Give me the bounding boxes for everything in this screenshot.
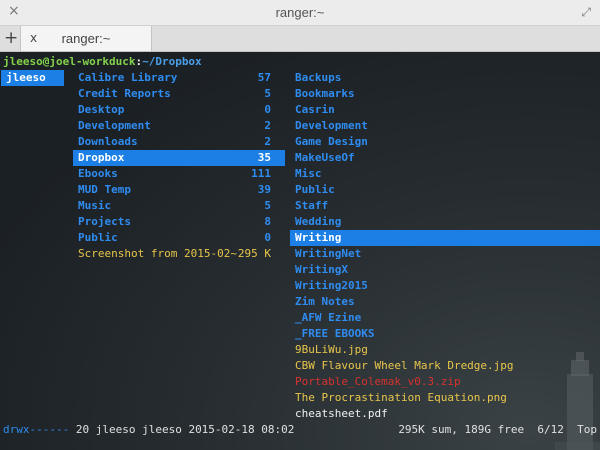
entry-count: 39	[257, 183, 271, 196]
path-header: jleeso@joel-workduck:~/Dropbox	[3, 54, 202, 70]
entry-name: CBW Flavour Wheel Mark Dredge.jpg	[295, 359, 514, 372]
terminal-window: × ranger:~ ⤢ + x ranger:~ jleeso@joel-wo…	[0, 0, 600, 450]
status-bar: drwx------ 20 jleeso jleeso 2015-02-18 0…	[3, 422, 597, 438]
entry-count: 5	[264, 87, 271, 100]
file-entry[interactable]: _FREE EBOOKS	[290, 326, 600, 342]
file-entry[interactable]: MakeUseOf	[290, 150, 600, 166]
entry-name: Casrin	[295, 103, 335, 116]
entry-name: Staff	[295, 199, 329, 212]
entry-name: Wedding	[295, 215, 342, 228]
entry-name: Desktop	[78, 103, 125, 116]
file-entry[interactable]: Bookmarks	[290, 86, 600, 102]
entry-name: Screenshot from 2015-02~	[78, 247, 237, 260]
entry-name: cheatsheet.pdf	[295, 407, 388, 420]
file-entry[interactable]: Music 5	[73, 198, 285, 214]
entry-count: 111	[251, 167, 271, 180]
file-entry[interactable]: Game Design	[290, 134, 600, 150]
entry-name: Credit Reports	[78, 87, 171, 100]
file-entry[interactable]: The Procrastination Equation.png	[290, 390, 600, 406]
entry-name: Downloads	[78, 135, 138, 148]
entry-name: Calibre Library	[78, 71, 178, 84]
status-summary: 295K sum, 189G free 6/12 Top	[398, 423, 597, 436]
entry-name: Backups	[295, 71, 342, 84]
entry-count: 5	[264, 199, 271, 212]
file-entry[interactable]: Dropbox 35	[73, 150, 285, 166]
entry-name: MUD Temp	[78, 183, 131, 196]
file-entry[interactable]: Screenshot from 2015-02~ 295 K	[73, 246, 285, 262]
tab-ranger[interactable]: x ranger:~	[20, 26, 152, 51]
tab-label: ranger:~	[61, 31, 111, 46]
entry-name: Music	[78, 199, 112, 212]
entry-count: 2	[264, 119, 271, 132]
file-entry[interactable]: Wedding	[290, 214, 600, 230]
file-entry[interactable]: Development	[290, 118, 600, 134]
entry-count: 0	[264, 103, 271, 116]
file-entry[interactable]: Public 0	[73, 230, 285, 246]
entry-name: Writing2015	[295, 279, 368, 292]
file-entry[interactable]: Backups	[290, 70, 600, 86]
terminal-area[interactable]: jleeso@joel-workduck:~/Dropbox jleeso Ca…	[0, 52, 600, 450]
entry-name: Development	[295, 119, 368, 132]
file-entry[interactable]: Portable_Colemak_v0.3.zip	[290, 374, 600, 390]
entry-name: 9BuLiWu.jpg	[295, 343, 368, 356]
entry-name: _FREE EBOOKS	[295, 327, 375, 340]
entry-name: Writing	[295, 231, 342, 244]
file-entry[interactable]: MUD Temp 39	[73, 182, 285, 198]
file-entry[interactable]: Ebooks 111	[73, 166, 285, 182]
file-entry[interactable]: Misc	[290, 166, 600, 182]
file-info: 20 jleeso jleeso 2015-02-18 08:02	[69, 423, 295, 436]
tab-bar: + x ranger:~	[0, 26, 600, 52]
file-entry[interactable]: cheatsheet.pdf	[290, 406, 600, 422]
entry-count: 8	[264, 215, 271, 228]
file-entry[interactable]: Projects 8	[73, 214, 285, 230]
file-entry[interactable]: Writing	[290, 230, 600, 246]
entry-name: jleeso	[6, 71, 46, 84]
file-entry[interactable]: Credit Reports 5	[73, 86, 285, 102]
entry-name: WritingX	[295, 263, 348, 276]
file-entry[interactable]: Staff	[290, 198, 600, 214]
new-tab-button[interactable]: +	[4, 28, 18, 48]
entry-count: 35	[257, 151, 271, 164]
entry-count: 57	[257, 71, 271, 84]
file-entry[interactable]: CBW Flavour Wheel Mark Dredge.jpg	[290, 358, 600, 374]
entry-name: Game Design	[295, 135, 368, 148]
maximize-icon[interactable]: ⤢	[581, 5, 591, 20]
file-entry[interactable]: WritingNet	[290, 246, 600, 262]
entry-name: Development	[78, 119, 151, 132]
title-bar: × ranger:~ ⤢	[0, 0, 600, 26]
entry-name: Bookmarks	[295, 87, 355, 100]
file-entry[interactable]: _AFW Ezine	[290, 310, 600, 326]
entry-name: MakeUseOf	[295, 151, 355, 164]
entry-name: Portable_Colemak_v0.3.zip	[295, 375, 461, 388]
entry-count: 295 K	[237, 247, 271, 260]
window-title: ranger:~	[275, 5, 325, 20]
file-entry[interactable]: Calibre Library 57	[73, 70, 285, 86]
file-entry[interactable]: Development 2	[73, 118, 285, 134]
file-entry[interactable]: Writing2015	[290, 278, 600, 294]
current-path: ~/Dropbox	[142, 55, 202, 68]
entry-count: 2	[264, 135, 271, 148]
file-entry[interactable]: Casrin	[290, 102, 600, 118]
user-host: jleeso@joel-workduck	[3, 55, 136, 68]
entry-name: Dropbox	[78, 151, 125, 164]
permissions: drwx------	[3, 423, 70, 436]
entry-count: 0	[264, 231, 271, 244]
file-entry[interactable]: Public	[290, 182, 600, 198]
file-entry[interactable]: jleeso	[1, 70, 64, 86]
file-entry[interactable]: 9BuLiWu.jpg	[290, 342, 600, 358]
entry-name: Projects	[78, 215, 131, 228]
entry-name: _AFW Ezine	[295, 311, 362, 324]
entry-name: Public	[78, 231, 118, 244]
file-entry[interactable]: Zim Notes	[290, 294, 600, 310]
entry-name: Zim Notes	[295, 295, 355, 308]
entry-name: The Procrastination Equation.png	[295, 391, 507, 404]
file-entry[interactable]: WritingX	[290, 262, 600, 278]
file-entry[interactable]: Downloads 2	[73, 134, 285, 150]
file-entry[interactable]: Desktop 0	[73, 102, 285, 118]
entry-name: WritingNet	[295, 247, 362, 260]
entry-name: Ebooks	[78, 167, 118, 180]
entry-name: Public	[295, 183, 335, 196]
entry-name: Misc	[295, 167, 322, 180]
